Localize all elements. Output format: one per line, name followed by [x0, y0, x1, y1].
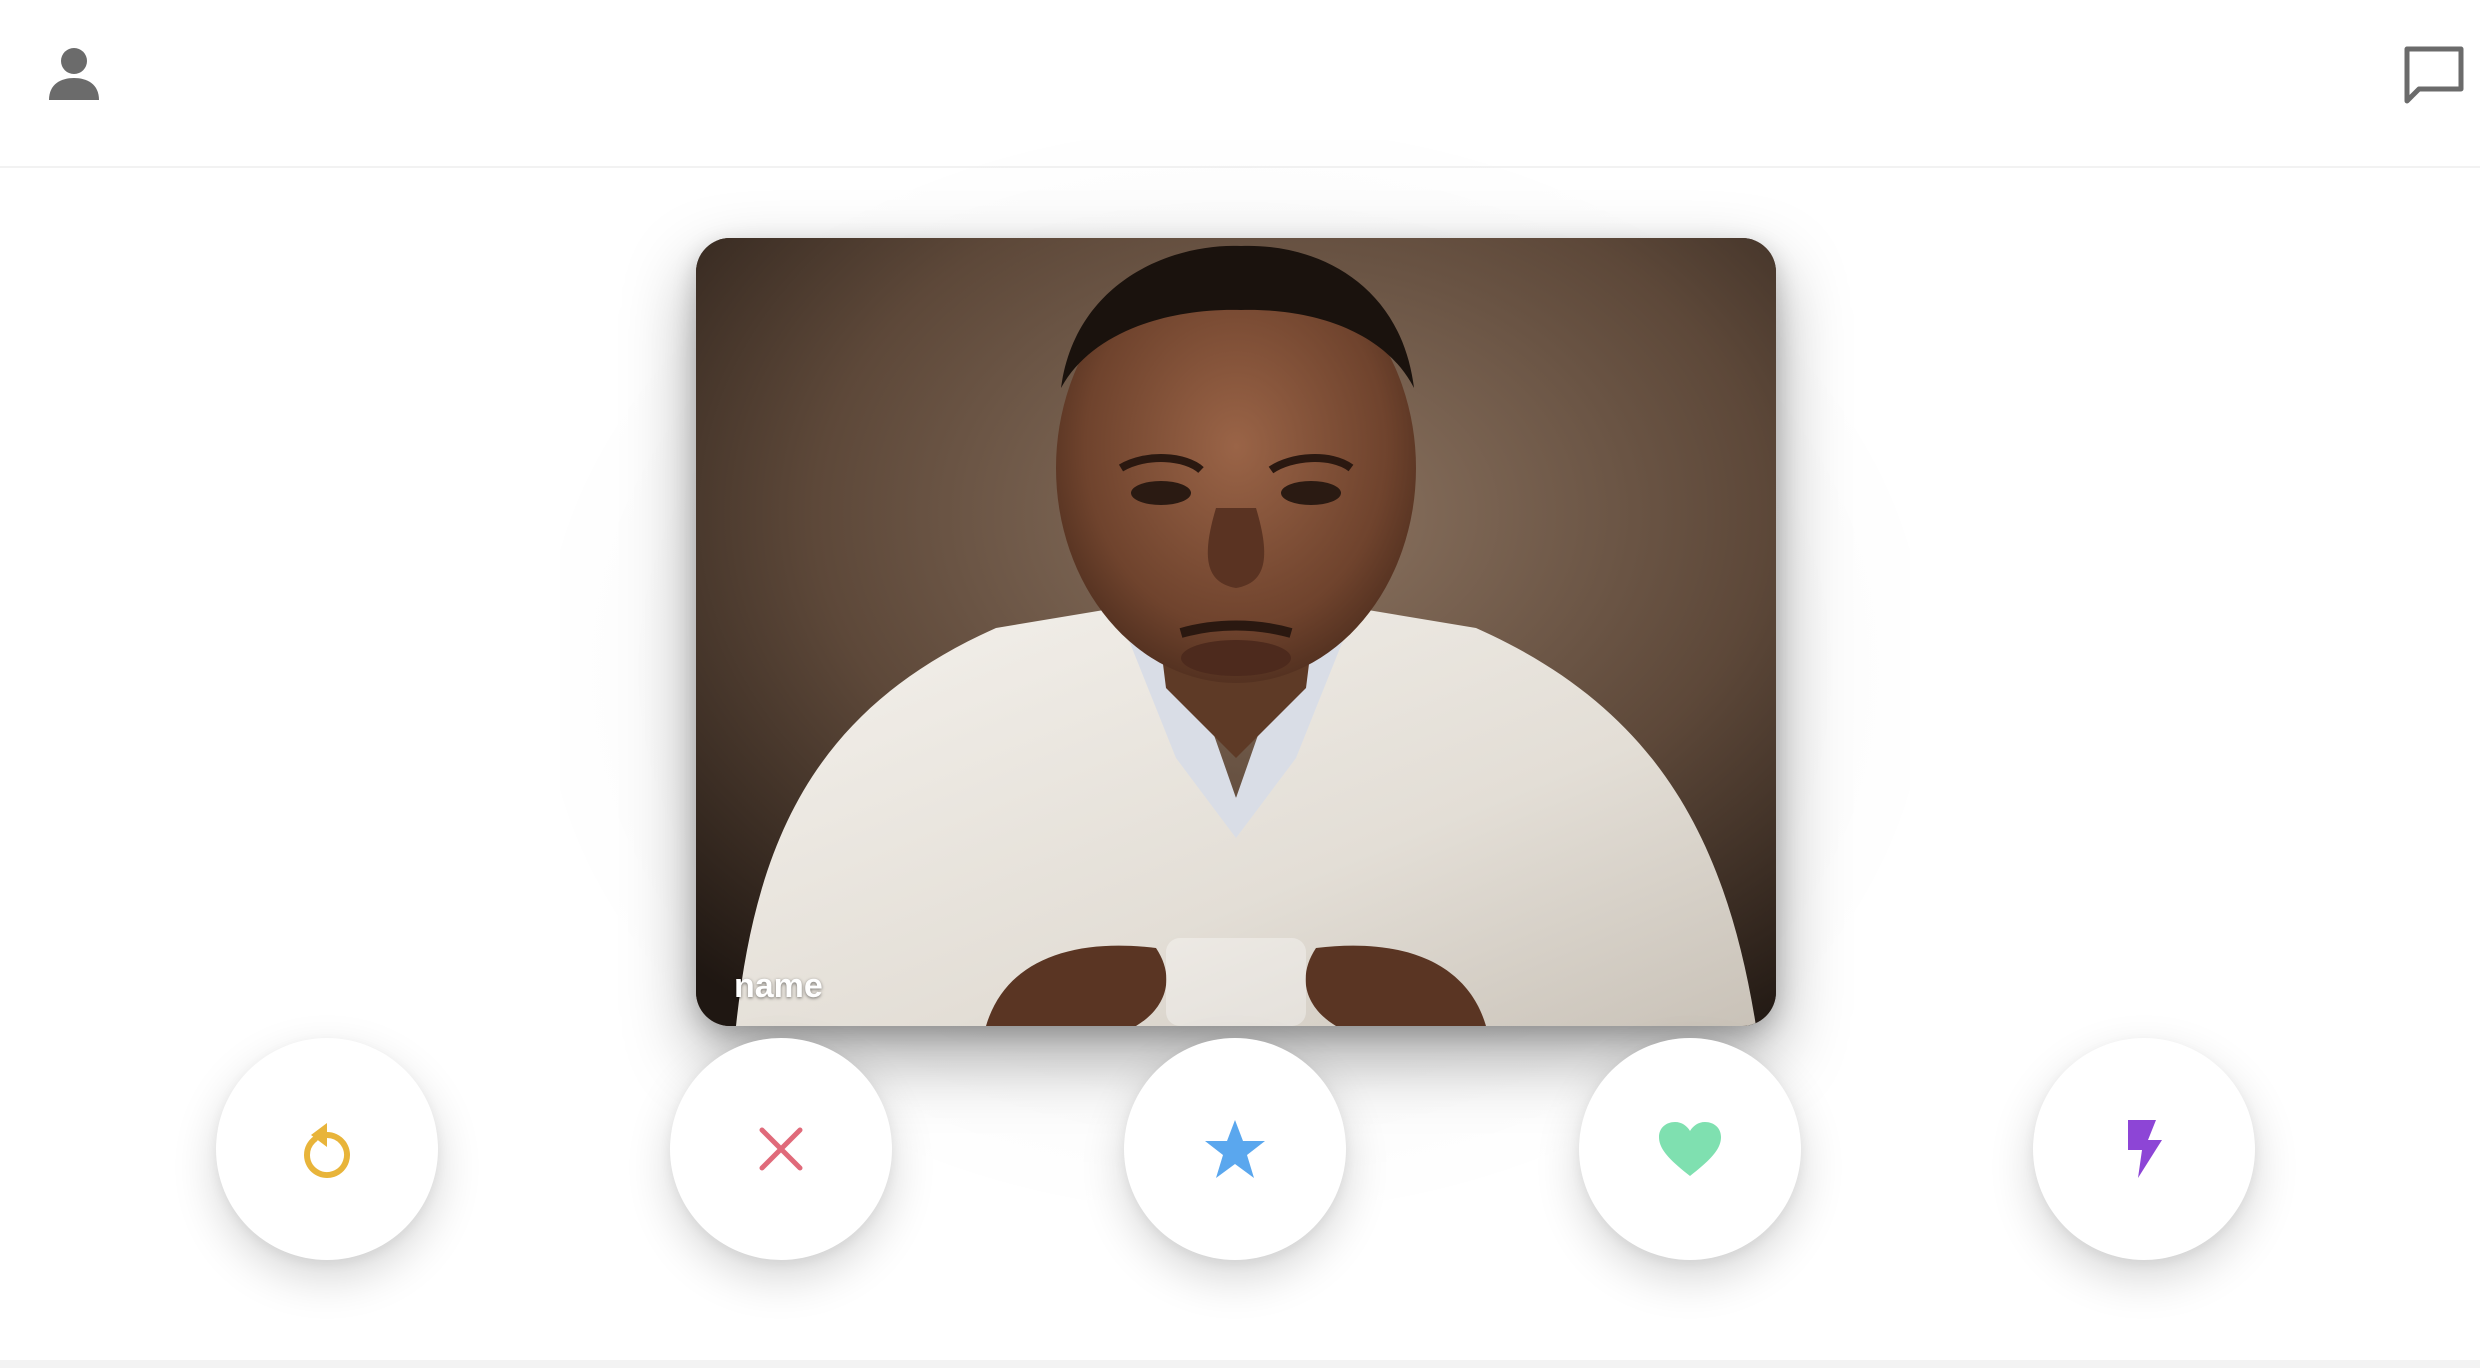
rewind-button[interactable]: [216, 1038, 438, 1260]
star-icon: [1205, 1120, 1265, 1178]
chat-bubble-icon[interactable]: [2396, 38, 2472, 114]
boost-button[interactable]: [2033, 1038, 2255, 1260]
superlike-button[interactable]: [1124, 1038, 1346, 1260]
profile-card[interactable]: name: [696, 238, 1776, 1026]
close-icon: [759, 1127, 803, 1171]
nope-button[interactable]: [670, 1038, 892, 1260]
person-icon[interactable]: [40, 40, 108, 108]
heart-icon: [1659, 1122, 1721, 1176]
profile-name: name: [734, 967, 823, 1005]
rewind-icon: [304, 1123, 350, 1178]
like-button[interactable]: [1579, 1038, 1801, 1260]
portrait-photo: [696, 238, 1776, 1026]
bottom-divider: [0, 1360, 2480, 1368]
lightning-icon: [2128, 1120, 2162, 1178]
app-page: name: [0, 0, 2480, 1368]
